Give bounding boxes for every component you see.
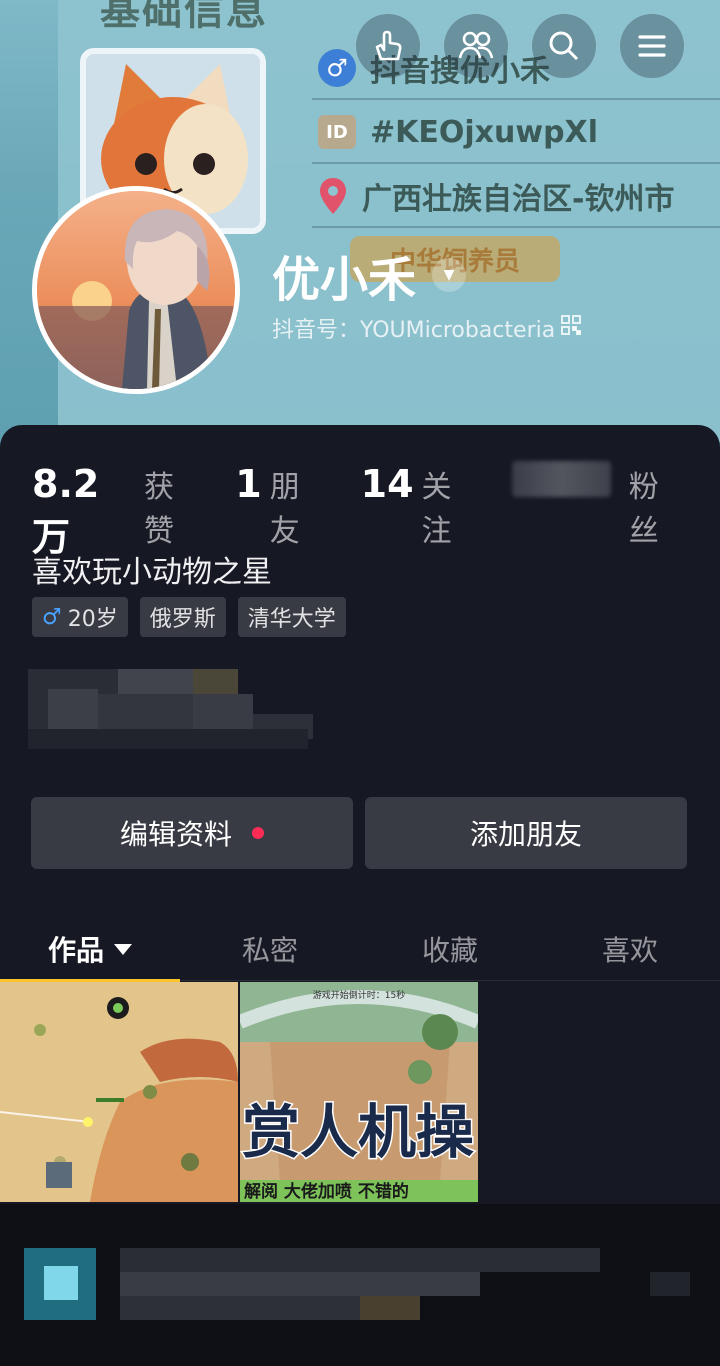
thumb-caption: 赏人机操: [242, 1098, 474, 1166]
location-pin-icon: [318, 177, 348, 215]
tag-row: ♂ 20岁 俄罗斯 清华大学: [32, 597, 346, 637]
qr-code-icon[interactable]: [561, 315, 582, 341]
banner-title: 基础信息: [100, 0, 268, 34]
notification-dot: [252, 827, 264, 839]
stat-number: 1: [235, 462, 262, 506]
tab-likes[interactable]: 喜欢: [540, 917, 720, 981]
tag-text: 清华大学: [247, 607, 336, 632]
search-icon[interactable]: [532, 14, 596, 78]
tag-country: 俄罗斯: [139, 597, 226, 637]
stat-followers[interactable]: 粉丝: [512, 461, 688, 550]
tag-text: 20岁: [67, 607, 118, 632]
tab-favorites[interactable]: 收藏: [360, 917, 540, 981]
button-label: 编辑资料: [119, 818, 232, 851]
button-label: 添加朋友: [469, 818, 582, 851]
douyin-id-text: 抖音号：YOUMicrobacteria: [272, 318, 556, 343]
blurred-region: [28, 669, 328, 759]
stat-following[interactable]: 14 关注: [361, 462, 480, 550]
stat-label: 获赞: [144, 470, 175, 549]
pet-line-location: 广西壮族自治区-钦州市: [312, 166, 720, 228]
profile-banner[interactable]: 基础信息 ♂ 抖音搜优小禾 ID #KEOjxuwpXl 广西壮族自治区-钦州市…: [0, 0, 720, 460]
video-grid: 游戏开始倒计时：15秒 赏人机操 解阅 大佬加喷 不错的: [0, 982, 720, 1202]
chevron-down-icon[interactable]: ▼: [432, 258, 467, 292]
douyin-id[interactable]: 抖音号：YOUMicrobacteria: [272, 312, 582, 344]
tab-private[interactable]: 私密: [180, 917, 360, 981]
hand-pointer-icon[interactable]: [356, 14, 420, 78]
male-icon: ♂: [42, 604, 62, 630]
blurred-follower-count: [512, 461, 611, 497]
tab-label: 作品: [47, 934, 104, 967]
stat-friends[interactable]: 1 朋友: [235, 462, 328, 550]
menu-icon[interactable]: [620, 14, 684, 78]
stats-row: 8.2万 获赞 1 朋友 14 关注 粉丝: [32, 461, 720, 561]
stat-label: 关注: [421, 470, 452, 549]
tab-label: 喜欢: [601, 934, 658, 967]
tab-label: 私密: [241, 934, 298, 967]
video-thumbnail[interactable]: [0, 982, 238, 1202]
top-toolbar: [356, 14, 684, 78]
stat-label: 粉丝: [628, 470, 659, 549]
caret-down-icon: [114, 943, 132, 955]
id-icon: ID: [318, 115, 356, 149]
male-icon: ♂: [318, 49, 356, 87]
edit-profile-button[interactable]: 编辑资料: [31, 797, 353, 869]
action-row: 编辑资料 添加朋友: [31, 797, 687, 869]
tag-school: 清华大学: [237, 597, 346, 637]
content-tabs: 作品 私密 收藏 喜欢: [0, 917, 720, 983]
pet-line-text: 广西壮族自治区-钦州市: [362, 182, 675, 217]
tag-text: 俄罗斯: [149, 607, 216, 632]
pet-line-id: ID #KEOjxuwpXl: [312, 102, 720, 164]
friends-icon[interactable]: [444, 14, 508, 78]
video-thumbnail[interactable]: 游戏开始倒计时：15秒 赏人机操 解阅 大佬加喷 不错的: [240, 982, 478, 1202]
stat-label: 朋友: [269, 470, 300, 549]
nickname-text: 优小禾: [272, 252, 417, 308]
nickname[interactable]: 优小禾 ▼: [272, 240, 467, 310]
pet-line-text: #KEOjxuwpXl: [370, 114, 598, 150]
avatar[interactable]: [32, 186, 240, 394]
tab-works[interactable]: 作品: [0, 917, 180, 983]
add-friend-button[interactable]: 添加朋友: [365, 797, 687, 869]
thumb-timer: 游戏开始倒计时：15秒: [313, 989, 405, 1001]
tag-gender-age: ♂ 20岁: [32, 597, 128, 637]
bio-text: 喜欢玩小动物之星: [32, 555, 272, 590]
stat-number: 14: [360, 462, 414, 506]
bottom-blurred-bar: [0, 1204, 720, 1366]
tab-label: 收藏: [421, 934, 478, 967]
thumb-subcaption: 解阅 大佬加喷 不错的: [244, 1181, 409, 1202]
